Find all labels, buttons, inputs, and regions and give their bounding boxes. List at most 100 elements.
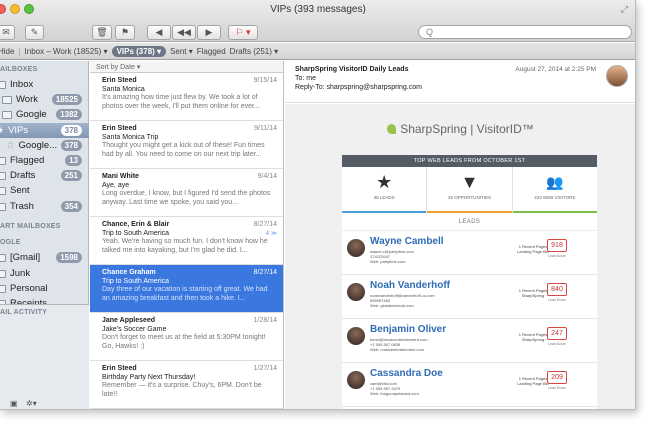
unread-badge: 1382 xyxy=(56,109,82,120)
sidebar-item-junk[interactable]: Junk xyxy=(0,266,89,281)
stat-visitors: 👥 233 WEB VISITORS xyxy=(512,167,597,213)
unread-badge: 251 xyxy=(60,170,82,181)
compose-icon: ✎ xyxy=(30,27,39,37)
list-item[interactable]: Mani White 9/4/14 Aye, aye Long overdue, I … xyxy=(90,169,283,217)
lead-row: Cassandra Doe cam@ehd.com +1 555 557 2879… xyxy=(342,363,597,407)
forward-button[interactable]: ▶ xyxy=(197,25,221,40)
stats-row: ★ 38 LEADS ▼ 32 OPPORTUNITIES 👥 233 WEB VIS… xyxy=(342,167,597,213)
avatar xyxy=(347,283,365,301)
compose-button[interactable]: ✎ xyxy=(25,25,44,40)
lead-row: Noah Vanderhoff noahvanderhoff@vanderhof… xyxy=(342,275,597,319)
sidebar-item-drafts[interactable]: Drafts 251 xyxy=(0,168,89,183)
fav-inbox-work[interactable]: Inbox – Work (18525) ▾ xyxy=(25,47,108,56)
lead-name[interactable]: Cassandra Doe xyxy=(370,368,443,379)
sidebar-item-inbox[interactable]: Inbox xyxy=(0,77,89,92)
sidebar-item-trash[interactable]: Trash 354 xyxy=(0,199,89,214)
leads-header: LEADS xyxy=(342,213,597,231)
fav-flagged[interactable]: Flagged xyxy=(197,47,226,56)
sender-avatar xyxy=(606,65,628,87)
stat-underline xyxy=(512,211,597,213)
flag-button[interactable]: ⚐ ▾ xyxy=(228,25,258,40)
message-date: August 27, 2014 at 2:25 PM xyxy=(515,66,596,73)
mail-window: VIPs (393 messages) ⤢ ✉ ✎ 🗑 ⚑ ◀ ◀◀ ▶ ⚐ ▾… xyxy=(0,0,636,410)
funnel-icon: ▼ xyxy=(460,172,479,192)
report-banner: TOP WEB LEADS FROM OCTOBER 1ST xyxy=(342,155,597,167)
stat-underline xyxy=(427,211,512,213)
unread-badge: 1598 xyxy=(56,252,82,263)
search-icon: Q xyxy=(426,27,434,37)
sidebar-item-google-vip[interactable]: ☆ Google... 378 xyxy=(2,138,89,153)
sort-by-date-button[interactable]: Sort by Date ▾ xyxy=(90,61,283,73)
lead-score: 209 xyxy=(547,371,567,384)
search-input[interactable]: Q xyxy=(418,25,632,39)
lead-row: Wayne Cambell wayne.c@partytime.com 37422… xyxy=(342,231,597,275)
lead-score-label: Lead Score xyxy=(548,254,566,258)
reply-icon: ◀ xyxy=(155,27,163,37)
drafts-icon xyxy=(0,171,6,180)
fullscreen-icon[interactable]: ⤢ xyxy=(621,4,628,15)
sidebar-item-flagged[interactable]: Flagged 13 xyxy=(0,153,89,168)
avatar xyxy=(347,239,365,257)
inbox-icon xyxy=(2,95,12,104)
show-hide-button[interactable]: ▣ xyxy=(10,399,18,408)
smart-mailboxes-header: ART MAILBOXES xyxy=(0,223,61,230)
lead-name[interactable]: Benjamin Oliver xyxy=(370,324,446,335)
avatar xyxy=(347,371,365,389)
lead-web: Web: globalnetwork.com xyxy=(370,303,414,308)
list-item[interactable]: Erin Steed 9/11/14 Santa Monica Trip Though… xyxy=(90,121,283,169)
mailboxes-header: AILBOXES xyxy=(0,66,38,73)
fav-drafts[interactable]: Drafts (251) ▾ xyxy=(230,47,278,56)
message-reader: SharpSpring VisitorID Daily Leads To: me… xyxy=(285,61,635,409)
sidebar-item-work[interactable]: Work 18525 xyxy=(2,92,89,107)
fav-vips[interactable]: VIPs (378) ▾ xyxy=(111,45,167,57)
thread-count-badge: 4 ≫ xyxy=(265,231,277,237)
sidebar-item-gmail[interactable]: [Gmail] 1598 xyxy=(0,250,89,265)
sidebar-item-sent[interactable]: Sent xyxy=(0,183,89,198)
people-icon: 👥 xyxy=(546,174,564,190)
google-header: OGLE xyxy=(0,239,21,246)
avatar xyxy=(347,327,365,345)
stat-opportunities: ▼ 32 OPPORTUNITIES xyxy=(427,167,513,213)
list-item[interactable]: Chance, Erin & Blair 8/27/14 4 ≫ Trip to So… xyxy=(90,217,283,265)
list-item[interactable]: Erin Steed 1/27/14 Birthday Party Next Thu… xyxy=(90,361,283,409)
trash-icon xyxy=(0,202,6,211)
reply-all-button[interactable]: ◀◀ xyxy=(172,25,196,40)
forward-icon: ▶ xyxy=(205,27,213,37)
gear-icon[interactable]: ✲▾ xyxy=(26,399,37,408)
favorites-bar: Hide | Inbox – Work (18525) ▾ VIPs (378)… xyxy=(0,43,635,60)
delete-button[interactable]: 🗑 xyxy=(92,25,112,40)
email-body: SharpSpring | VisitorID™ TOP WEB LEADS F… xyxy=(285,104,635,409)
sent-icon xyxy=(0,186,6,195)
sidebar-item-vips[interactable]: ★VIPs378 xyxy=(0,123,89,138)
list-item-selected[interactable]: Chance Graham 8/27/14 Trip to South Americ… xyxy=(90,265,283,313)
reply-all-icon: ◀◀ xyxy=(177,27,191,37)
message-reply-to[interactable]: Reply-To: sharpspring@sharpspring.com xyxy=(295,83,635,92)
title-bar: VIPs (393 messages) ⤢ ✉ ✎ 🗑 ⚑ ◀ ◀◀ ▶ ⚐ ▾… xyxy=(0,0,635,42)
trash-icon: 🗑 xyxy=(96,27,108,37)
sidebar-item-personal[interactable]: Personal xyxy=(0,281,89,296)
star-icon: ☆ xyxy=(6,140,15,151)
flag-icon: ⚐ ▾ xyxy=(235,27,251,37)
junk-button[interactable]: ⚑ xyxy=(115,25,135,40)
mail-activity-panel: AIL ACTIVITY ▣ ✲▾ xyxy=(0,304,89,409)
star-icon: ★ xyxy=(376,172,393,192)
lead-score: 918 xyxy=(547,239,567,252)
lead-web: Web: partytime.com xyxy=(370,259,406,264)
window-title: VIPs (393 messages) xyxy=(270,4,366,15)
get-mail-button[interactable]: ✉ xyxy=(0,25,15,40)
lead-name[interactable]: Noah Vanderhoff xyxy=(370,280,450,291)
brand-logo: SharpSpring | VisitorID™ xyxy=(285,122,635,136)
lead-web: Web: musicentertainment.com xyxy=(370,347,424,352)
lead-score-label: Lead Score xyxy=(548,342,566,346)
message-list: Sort by Date ▾ Erin Steed 9/15/14 Santa Mo… xyxy=(90,61,284,409)
hide-button[interactable]: Hide xyxy=(0,47,14,56)
reply-button[interactable]: ◀ xyxy=(147,25,171,40)
list-item[interactable]: Jane Appleseed 1/28/14 Jake's Soccer Game D… xyxy=(90,313,283,361)
lead-score-label: Lead Score xyxy=(548,386,566,390)
fav-sent[interactable]: Sent ▾ xyxy=(170,47,193,56)
lead-name[interactable]: Wayne Cambell xyxy=(370,236,444,247)
sidebar-item-google[interactable]: Google 1382 xyxy=(2,107,89,122)
envelope-icon: ✉ xyxy=(2,27,10,37)
list-item[interactable]: Erin Steed 9/15/14 Santa Monica It's amazin… xyxy=(90,73,283,121)
stat-leads: ★ 38 LEADS xyxy=(342,167,428,213)
